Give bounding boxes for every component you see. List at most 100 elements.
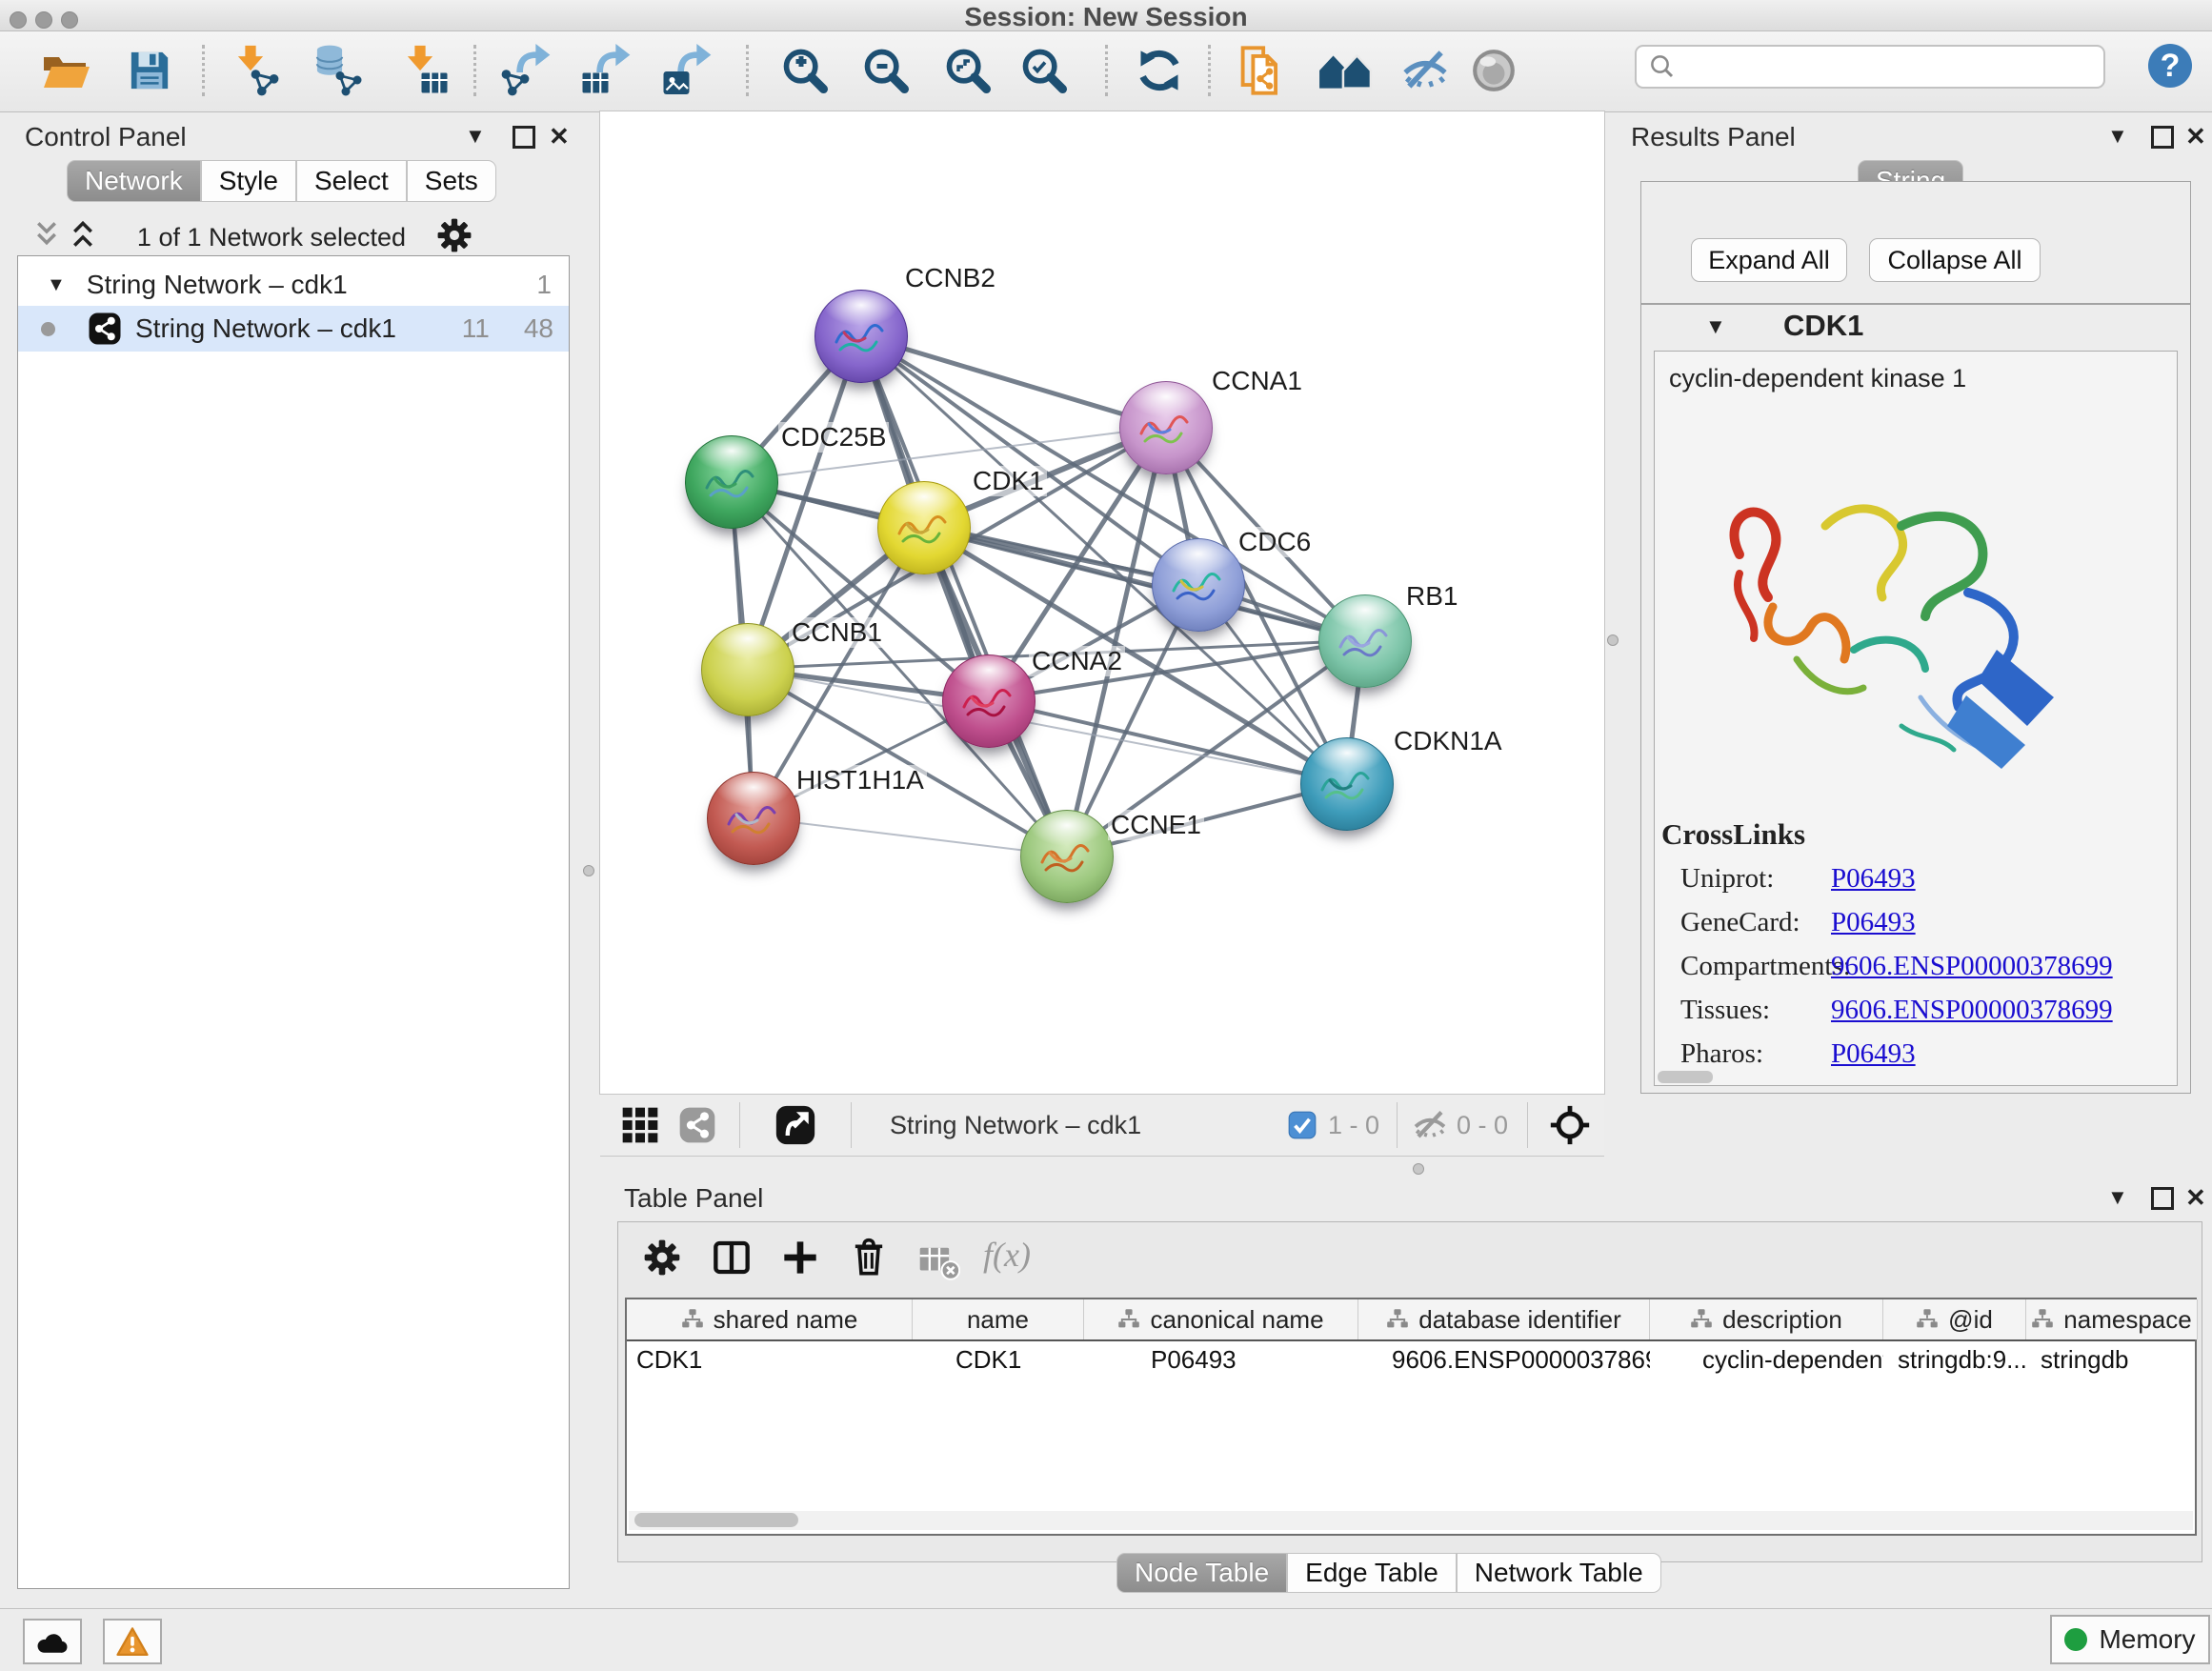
results-panel-float-icon[interactable]: ▼ bbox=[2107, 124, 2128, 149]
table-cell[interactable]: cyclin-dependent ... bbox=[1650, 1341, 1883, 1378]
warnings-button[interactable] bbox=[103, 1619, 162, 1664]
crosslink-value-link[interactable]: 9606.ENSP00000378699 bbox=[1831, 995, 2113, 1026]
export-table-button[interactable] bbox=[577, 43, 633, 98]
right-splitter-grip[interactable] bbox=[1607, 634, 1619, 646]
graph-node-HIST1H1A[interactable] bbox=[707, 772, 800, 865]
search-box[interactable] bbox=[1635, 45, 2105, 89]
zoom-out-button[interactable] bbox=[858, 43, 914, 98]
table-cell[interactable]: P06493 bbox=[1084, 1341, 1358, 1378]
horizontal-splitter-grip[interactable] bbox=[1413, 1163, 1424, 1175]
string-homes-button[interactable] bbox=[1317, 43, 1373, 98]
network-options-gear-icon[interactable] bbox=[436, 217, 473, 258]
control-panel-maximize-icon[interactable] bbox=[513, 126, 535, 149]
graph-node-RB1[interactable] bbox=[1318, 594, 1412, 688]
table-cell[interactable]: CDK1 bbox=[913, 1341, 1084, 1378]
graph-node-CDC25B[interactable] bbox=[685, 435, 778, 529]
tab-sets[interactable]: Sets bbox=[407, 160, 496, 202]
collapse-all-button[interactable]: Collapse All bbox=[1869, 238, 2041, 282]
column-header--id[interactable]: @id bbox=[1883, 1299, 2026, 1339]
results-scrollbar-thumb[interactable] bbox=[1658, 1071, 1713, 1083]
memory-button[interactable]: Memory bbox=[2050, 1615, 2210, 1664]
search-input[interactable] bbox=[1677, 51, 2081, 83]
results-panel-maximize-icon[interactable] bbox=[2151, 126, 2174, 149]
hidden-eye-slash-icon[interactable] bbox=[1413, 1108, 1447, 1142]
help-button[interactable]: ? bbox=[2148, 44, 2192, 88]
control-panel-close-icon[interactable]: ✕ bbox=[549, 122, 570, 151]
crosslink-label: Uniprot: bbox=[1680, 863, 1774, 895]
crosslink-value-link[interactable]: P06493 bbox=[1831, 1038, 1916, 1070]
network-row-selected[interactable]: String Network – cdk1 11 48 bbox=[18, 306, 569, 352]
graph-node-CCNE1[interactable] bbox=[1020, 810, 1114, 903]
collection-name: String Network – cdk1 bbox=[87, 270, 348, 300]
fit-selected-crosshair-icon[interactable] bbox=[1549, 1104, 1591, 1146]
tab-network-table[interactable]: Network Table bbox=[1457, 1553, 1661, 1593]
crosslink-value-link[interactable]: 9606.ENSP00000378699 bbox=[1831, 951, 2113, 982]
column-header-description[interactable]: description bbox=[1650, 1299, 1883, 1339]
import-network-file-button[interactable] bbox=[228, 43, 283, 98]
delete-column-trash-icon[interactable] bbox=[850, 1237, 888, 1283]
selected-checkbox-icon[interactable] bbox=[1288, 1111, 1317, 1139]
birdseye-grid-icon[interactable] bbox=[621, 1106, 659, 1144]
save-session-button[interactable] bbox=[122, 43, 177, 98]
tab-network[interactable]: Network bbox=[67, 160, 201, 202]
tab-edge-table[interactable]: Edge Table bbox=[1287, 1553, 1457, 1593]
table-cell[interactable]: stringdb bbox=[2026, 1341, 2198, 1378]
table-hscroll-thumb[interactable] bbox=[634, 1513, 798, 1527]
column-header-namespace[interactable]: namespace bbox=[2026, 1299, 2198, 1339]
import-table-file-button[interactable] bbox=[397, 43, 452, 98]
graph-node-CDC6[interactable] bbox=[1152, 538, 1245, 632]
export-network-button[interactable] bbox=[497, 43, 553, 98]
show-eye-button[interactable] bbox=[1466, 43, 1521, 98]
table-options-gear-icon[interactable] bbox=[643, 1238, 681, 1281]
add-column-icon[interactable] bbox=[781, 1238, 819, 1281]
column-header-shared-name[interactable]: shared name bbox=[627, 1299, 913, 1339]
zoom-in-button[interactable] bbox=[777, 43, 833, 98]
copy-share-document-button[interactable] bbox=[1234, 43, 1289, 98]
collection-row[interactable]: ▼ String Network – cdk1 1 bbox=[18, 264, 569, 306]
table-panel-maximize-icon[interactable] bbox=[2151, 1187, 2174, 1210]
export-image-button[interactable] bbox=[658, 43, 714, 98]
zoom-fit-button[interactable] bbox=[940, 43, 995, 98]
graph-node-CDK1[interactable] bbox=[877, 481, 971, 574]
table-cell[interactable]: 9606.ENSP00000378699 bbox=[1358, 1341, 1650, 1378]
column-header-name[interactable]: name bbox=[913, 1299, 1084, 1339]
node-label-CCNB1: CCNB1 bbox=[789, 617, 885, 648]
tab-node-table[interactable]: Node Table bbox=[1116, 1553, 1287, 1593]
expand-all-button[interactable]: Expand All bbox=[1691, 238, 1847, 282]
graph-node-CCNA1[interactable] bbox=[1119, 381, 1213, 474]
left-splitter-grip[interactable] bbox=[583, 865, 594, 876]
show-columns-icon[interactable] bbox=[713, 1238, 751, 1281]
column-header-database-identifier[interactable]: database identifier bbox=[1358, 1299, 1650, 1339]
tab-select[interactable]: Select bbox=[296, 160, 407, 202]
collapse-all-networks-icon[interactable] bbox=[32, 219, 61, 254]
delete-table-icon bbox=[918, 1244, 960, 1285]
expand-all-networks-icon[interactable] bbox=[69, 219, 97, 254]
hide-selected-eye-slash-button[interactable] bbox=[1398, 43, 1453, 98]
table-cell[interactable]: stringdb:9... bbox=[1883, 1341, 2026, 1378]
collection-expand-icon[interactable]: ▼ bbox=[47, 274, 66, 296]
table-panel-close-icon[interactable]: ✕ bbox=[2185, 1183, 2206, 1213]
graph-node-CDKN1A[interactable] bbox=[1300, 737, 1394, 831]
crosslink-value-link[interactable]: P06493 bbox=[1831, 907, 1916, 938]
graph-node-CCNB2[interactable] bbox=[814, 290, 908, 383]
table-panel-float-icon[interactable]: ▼ bbox=[2107, 1185, 2128, 1210]
table-cell[interactable]: CDK1 bbox=[627, 1341, 913, 1378]
crosslink-value-link[interactable]: P06493 bbox=[1831, 863, 1916, 895]
network-canvas[interactable]: CCNB2CCNA1CDC25BCDK1CDC6RB1CCNB1CCNA2CDK… bbox=[600, 111, 1604, 1094]
table-hscroll-track[interactable] bbox=[629, 1511, 2193, 1530]
string-app-icon bbox=[88, 312, 122, 346]
string-network-badge-icon[interactable] bbox=[678, 1106, 716, 1144]
control-panel-float-icon[interactable]: ▼ bbox=[465, 124, 486, 149]
results-panel-close-icon[interactable]: ✕ bbox=[2185, 122, 2206, 151]
open-session-button[interactable] bbox=[39, 43, 94, 98]
refresh-view-button[interactable] bbox=[1132, 43, 1187, 98]
tab-style[interactable]: Style bbox=[201, 160, 296, 202]
cloud-button[interactable] bbox=[23, 1619, 82, 1664]
cdk1-collapse-icon[interactable]: ▼ bbox=[1705, 314, 1726, 339]
open-in-window-icon[interactable] bbox=[774, 1104, 816, 1146]
import-network-database-button[interactable] bbox=[309, 43, 364, 98]
zoom-selected-button[interactable] bbox=[1016, 43, 1072, 98]
column-header-canonical-name[interactable]: canonical name bbox=[1084, 1299, 1358, 1339]
graph-node-CCNB1[interactable] bbox=[701, 623, 794, 716]
graph-node-CCNA2[interactable] bbox=[942, 654, 1036, 748]
